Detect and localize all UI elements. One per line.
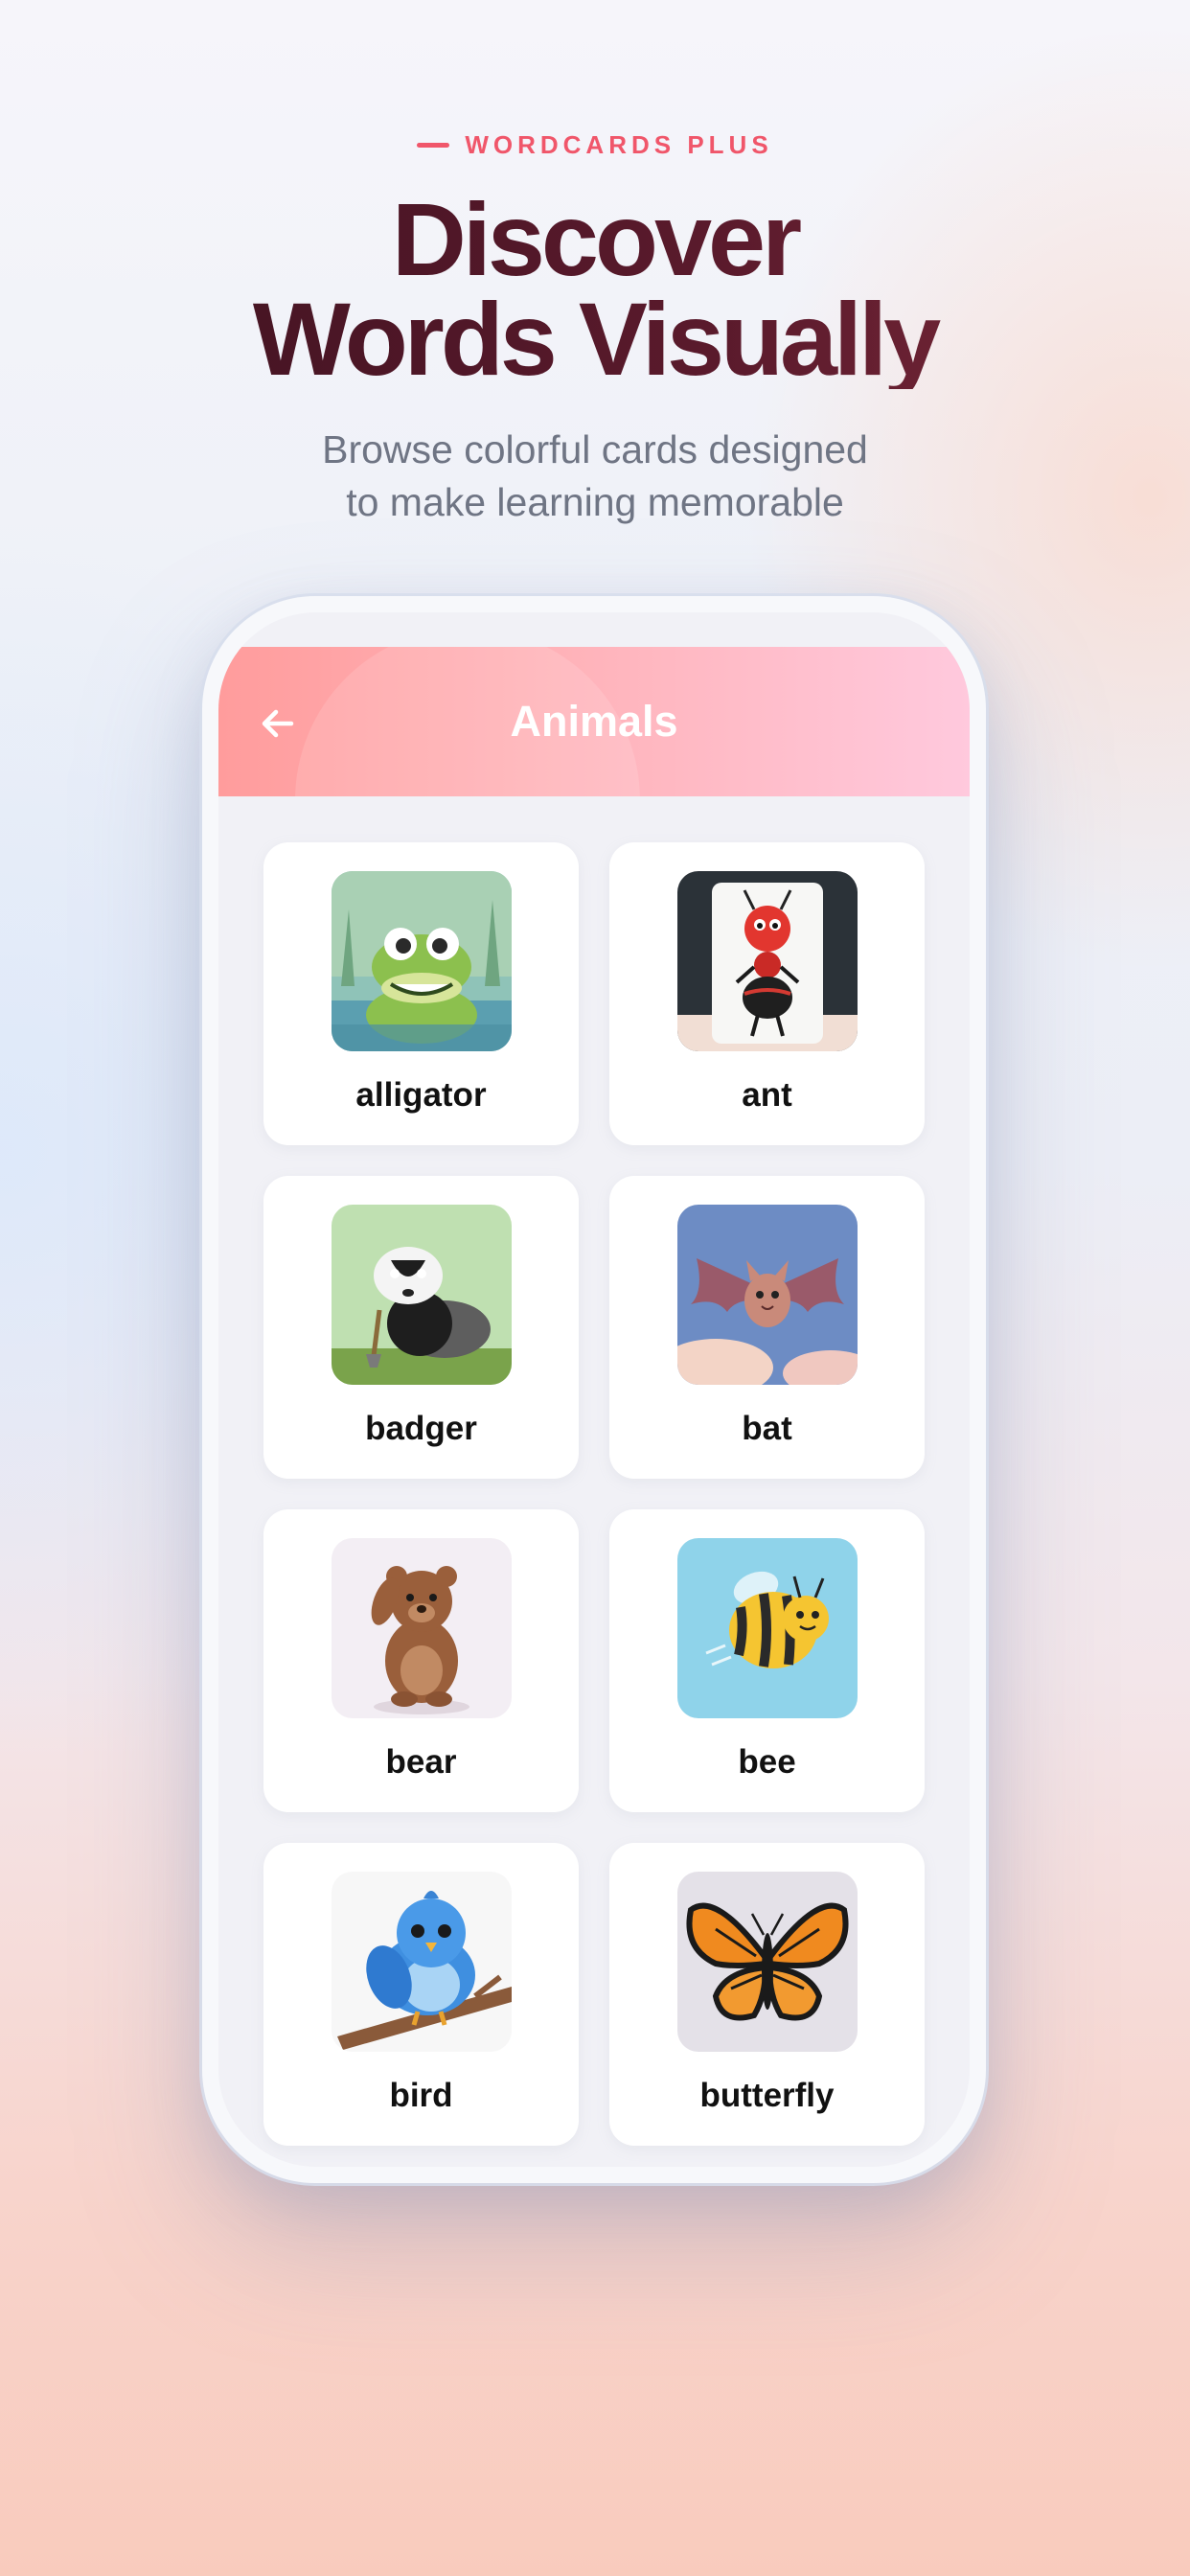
word-label: bird xyxy=(389,2077,453,2114)
subtitle-line-1: Browse colorful cards designed xyxy=(322,427,868,472)
word-card-bat[interactable]: bat xyxy=(609,1176,925,1479)
word-label: bee xyxy=(738,1743,796,1781)
bear-image xyxy=(332,1538,512,1718)
word-card-bear[interactable]: bear xyxy=(263,1509,579,1812)
dash-decoration xyxy=(417,143,450,148)
word-card-ant[interactable]: ant xyxy=(609,842,925,1145)
subtitle: Browse colorful cards designed to make l… xyxy=(0,424,1190,529)
screen-title: Animals xyxy=(510,697,678,746)
word-card-alligator[interactable]: alligator xyxy=(263,842,579,1145)
word-card-butterfly[interactable]: butterfly xyxy=(609,1843,925,2146)
badger-image xyxy=(332,1205,512,1385)
word-label: badger xyxy=(365,1410,477,1447)
word-card-bee[interactable]: bee xyxy=(609,1509,925,1812)
headline: Discover Words Visually xyxy=(0,190,1190,389)
word-card-badger[interactable]: badger xyxy=(263,1176,579,1479)
alligator-image xyxy=(332,871,512,1051)
word-label: alligator xyxy=(355,1076,487,1114)
phone-mockup: Animals alligator ant badger bat bear be… xyxy=(202,596,986,2183)
headline-line-1: Discover xyxy=(391,181,799,297)
butterfly-image xyxy=(677,1872,858,2052)
app-screen: Animals alligator ant badger bat bear be… xyxy=(218,612,970,2167)
word-label: bat xyxy=(742,1410,792,1447)
headline-line-2: Words Visually xyxy=(252,281,938,397)
bird-image xyxy=(332,1872,512,2052)
ant-image xyxy=(677,871,858,1051)
bat-image xyxy=(677,1205,858,1385)
word-label: bear xyxy=(385,1743,457,1781)
word-label: ant xyxy=(742,1076,792,1114)
brand-eyebrow: WORDCARDS PLUS xyxy=(0,130,1190,160)
subtitle-line-2: to make learning memorable xyxy=(346,480,844,524)
word-card-bird[interactable]: bird xyxy=(263,1843,579,2146)
brand-label: WORDCARDS PLUS xyxy=(465,130,773,159)
nav-bar: Animals xyxy=(218,647,970,796)
back-arrow-icon[interactable] xyxy=(257,702,299,745)
bee-image xyxy=(677,1538,858,1718)
word-label: butterfly xyxy=(699,2077,835,2114)
